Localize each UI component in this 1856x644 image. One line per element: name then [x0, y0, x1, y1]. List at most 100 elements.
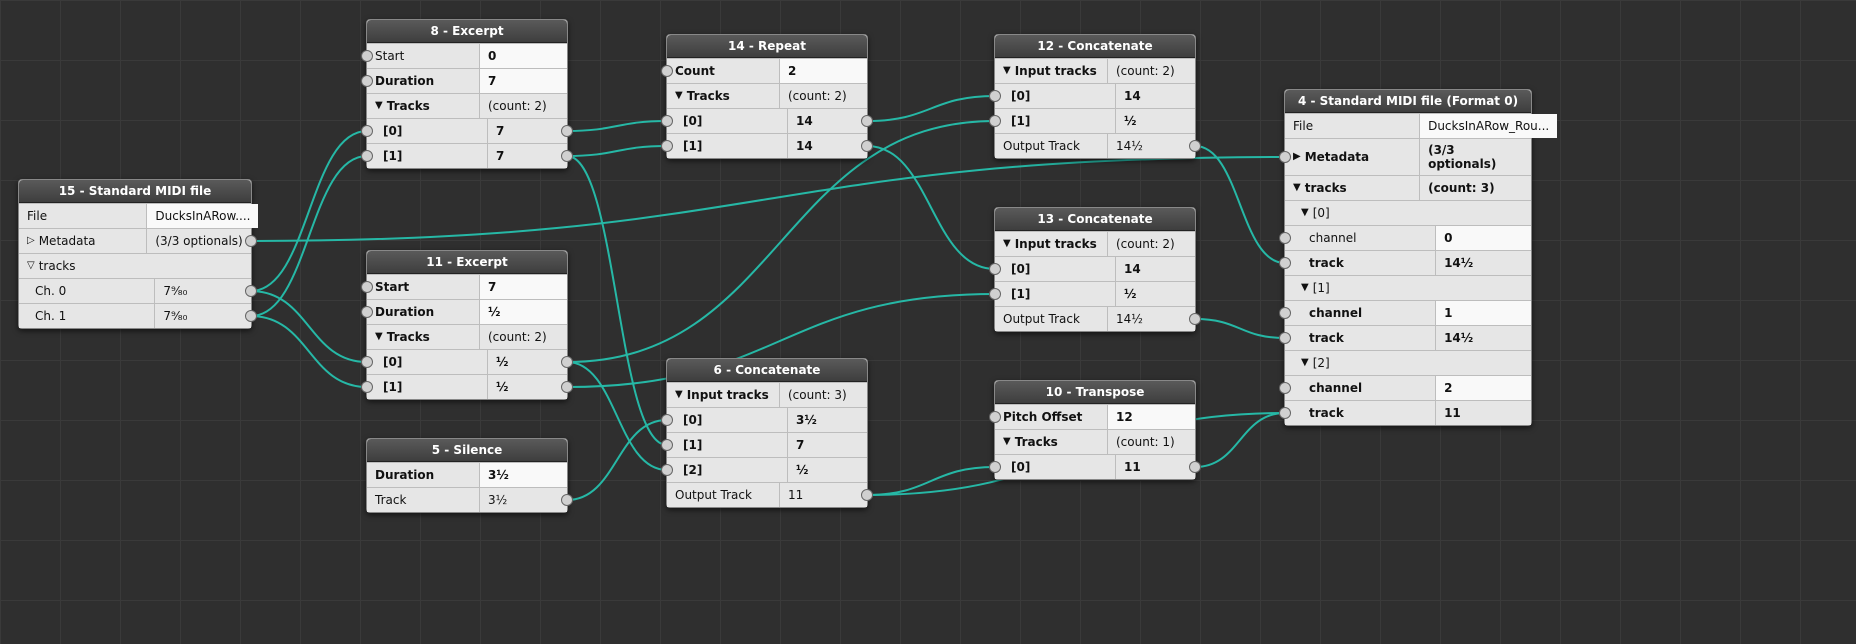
row-count[interactable]: Count 2 — [667, 58, 867, 83]
row-t2[interactable]: [2] — [1285, 350, 1531, 375]
expand-icon[interactable] — [27, 261, 35, 271]
port-out[interactable] — [1189, 140, 1201, 152]
row-output[interactable]: Output Track 14½ — [995, 306, 1195, 331]
row-ch0[interactable]: Ch. 0 7⁹⁄₈₀ — [19, 278, 251, 303]
node-11-excerpt[interactable]: 11 - Excerpt Start 7 Duration ½ Tracks (… — [366, 250, 568, 400]
node-10-transpose[interactable]: 10 - Transpose Pitch Offset 12 Tracks (c… — [994, 380, 1196, 480]
expand-icon[interactable] — [375, 332, 383, 342]
port-in[interactable] — [1279, 151, 1291, 163]
port-in[interactable] — [361, 75, 373, 87]
row-t2[interactable]: [2] ½ — [667, 457, 867, 482]
port-in[interactable] — [989, 288, 1001, 300]
port-out[interactable] — [561, 381, 573, 393]
port-in[interactable] — [361, 125, 373, 137]
node-12-concatenate[interactable]: 12 - Concatenate Input tracks (count: 2)… — [994, 34, 1196, 159]
port-in[interactable] — [661, 140, 673, 152]
port-in[interactable] — [1279, 382, 1291, 394]
node-13-concatenate[interactable]: 13 - Concatenate Input tracks (count: 2)… — [994, 207, 1196, 332]
expand-icon[interactable] — [27, 236, 35, 246]
row-output[interactable]: Output Track 14½ — [995, 133, 1195, 158]
expand-icon[interactable] — [1003, 66, 1011, 76]
node-title[interactable]: 8 - Excerpt — [367, 20, 567, 43]
port-in[interactable] — [661, 439, 673, 451]
row-tracks[interactable]: tracks — [19, 253, 251, 278]
row-t0[interactable]: [0] 14 — [995, 256, 1195, 281]
port-in[interactable] — [661, 115, 673, 127]
port-out[interactable] — [561, 356, 573, 368]
port-in[interactable] — [989, 411, 1001, 423]
row-start[interactable]: Start 7 — [367, 274, 567, 299]
port-in[interactable] — [989, 90, 1001, 102]
port-in[interactable] — [989, 263, 1001, 275]
row-duration[interactable]: Duration 3½ — [367, 462, 567, 487]
node-6-concatenate[interactable]: 6 - Concatenate Input tracks (count: 3) … — [666, 358, 868, 508]
node-8-excerpt[interactable]: 8 - Excerpt Start 0 Duration 7 Tracks (c… — [366, 19, 568, 169]
expand-icon[interactable] — [375, 101, 383, 111]
row-output[interactable]: Output Track 11 — [667, 482, 867, 507]
row-tracks[interactable]: Tracks (count: 1) — [995, 429, 1195, 454]
port-out[interactable] — [861, 140, 873, 152]
expand-icon[interactable] — [1003, 239, 1011, 249]
port-out[interactable] — [245, 285, 257, 297]
row-start[interactable]: Start 0 — [367, 43, 567, 68]
row-t0-track[interactable]: track 14½ — [1285, 250, 1531, 275]
row-input-tracks[interactable]: Input tracks (count: 2) — [995, 231, 1195, 256]
node-title[interactable]: 4 - Standard MIDI file (Format 0) — [1285, 90, 1531, 113]
node-title[interactable]: 14 - Repeat — [667, 35, 867, 58]
node-title[interactable]: 11 - Excerpt — [367, 251, 567, 274]
port-out[interactable] — [245, 235, 257, 247]
expand-icon[interactable] — [1301, 283, 1309, 293]
port-out[interactable] — [1189, 313, 1201, 325]
expand-icon[interactable] — [1301, 208, 1309, 218]
port-in[interactable] — [1279, 332, 1291, 344]
port-in[interactable] — [361, 306, 373, 318]
row-t0[interactable]: [0] 14 — [667, 108, 867, 133]
row-t0[interactable]: [0] 14 — [995, 83, 1195, 108]
port-in[interactable] — [361, 281, 373, 293]
port-in[interactable] — [1279, 307, 1291, 319]
port-out[interactable] — [561, 150, 573, 162]
port-in[interactable] — [361, 150, 373, 162]
node-title[interactable]: 12 - Concatenate — [995, 35, 1195, 58]
row-input-tracks[interactable]: Input tracks (count: 3) — [667, 382, 867, 407]
row-metadata[interactable]: Metadata (3/3 optionals) — [1285, 138, 1531, 175]
row-duration[interactable]: Duration ½ — [367, 299, 567, 324]
row-t0-channel[interactable]: channel 0 — [1285, 225, 1531, 250]
row-input-tracks[interactable]: Input tracks (count: 2) — [995, 58, 1195, 83]
expand-icon[interactable] — [1293, 152, 1301, 162]
node-title[interactable]: 13 - Concatenate — [995, 208, 1195, 231]
expand-icon[interactable] — [675, 390, 683, 400]
row-t1[interactable]: [1] — [1285, 275, 1531, 300]
port-out[interactable] — [561, 494, 573, 506]
row-t2-channel[interactable]: channel 2 — [1285, 375, 1531, 400]
row-ch1[interactable]: Ch. 1 7⁹⁄₈₀ — [19, 303, 251, 328]
port-in[interactable] — [361, 356, 373, 368]
port-out[interactable] — [1189, 461, 1201, 473]
port-in[interactable] — [989, 461, 1001, 473]
port-in[interactable] — [989, 115, 1001, 127]
row-tracks[interactable]: Tracks (count: 2) — [367, 324, 567, 349]
port-in[interactable] — [661, 464, 673, 476]
row-t2-track[interactable]: track 11 — [1285, 400, 1531, 425]
port-in[interactable] — [1279, 257, 1291, 269]
port-in[interactable] — [661, 414, 673, 426]
node-4-standard-midi-file-format0[interactable]: 4 - Standard MIDI file (Format 0) File D… — [1284, 89, 1532, 426]
row-t0[interactable]: [0] 11 — [995, 454, 1195, 479]
expand-icon[interactable] — [1293, 183, 1301, 193]
row-pitch-offset[interactable]: Pitch Offset 12 — [995, 404, 1195, 429]
row-file[interactable]: File DucksInARow_Rou... — [1285, 113, 1531, 138]
row-t1[interactable]: [1] 14 — [667, 133, 867, 158]
node-5-silence[interactable]: 5 - Silence Duration 3½ Track 3½ — [366, 438, 568, 513]
port-in[interactable] — [1279, 232, 1291, 244]
node-15-standard-midi-file[interactable]: 15 - Standard MIDI file File DucksInARow… — [18, 179, 252, 329]
port-out[interactable] — [245, 310, 257, 322]
row-t1[interactable]: [1] 7 — [367, 143, 567, 168]
row-t1[interactable]: [1] 7 — [667, 432, 867, 457]
row-duration[interactable]: Duration 7 — [367, 68, 567, 93]
expand-icon[interactable] — [1301, 358, 1309, 368]
node-14-repeat[interactable]: 14 - Repeat Count 2 Tracks (count: 2) [0… — [666, 34, 868, 159]
node-title[interactable]: 10 - Transpose — [995, 381, 1195, 404]
node-title[interactable]: 15 - Standard MIDI file — [19, 180, 251, 203]
row-file[interactable]: File DucksInARow.... — [19, 203, 251, 228]
row-tracks[interactable]: Tracks (count: 2) — [667, 83, 867, 108]
